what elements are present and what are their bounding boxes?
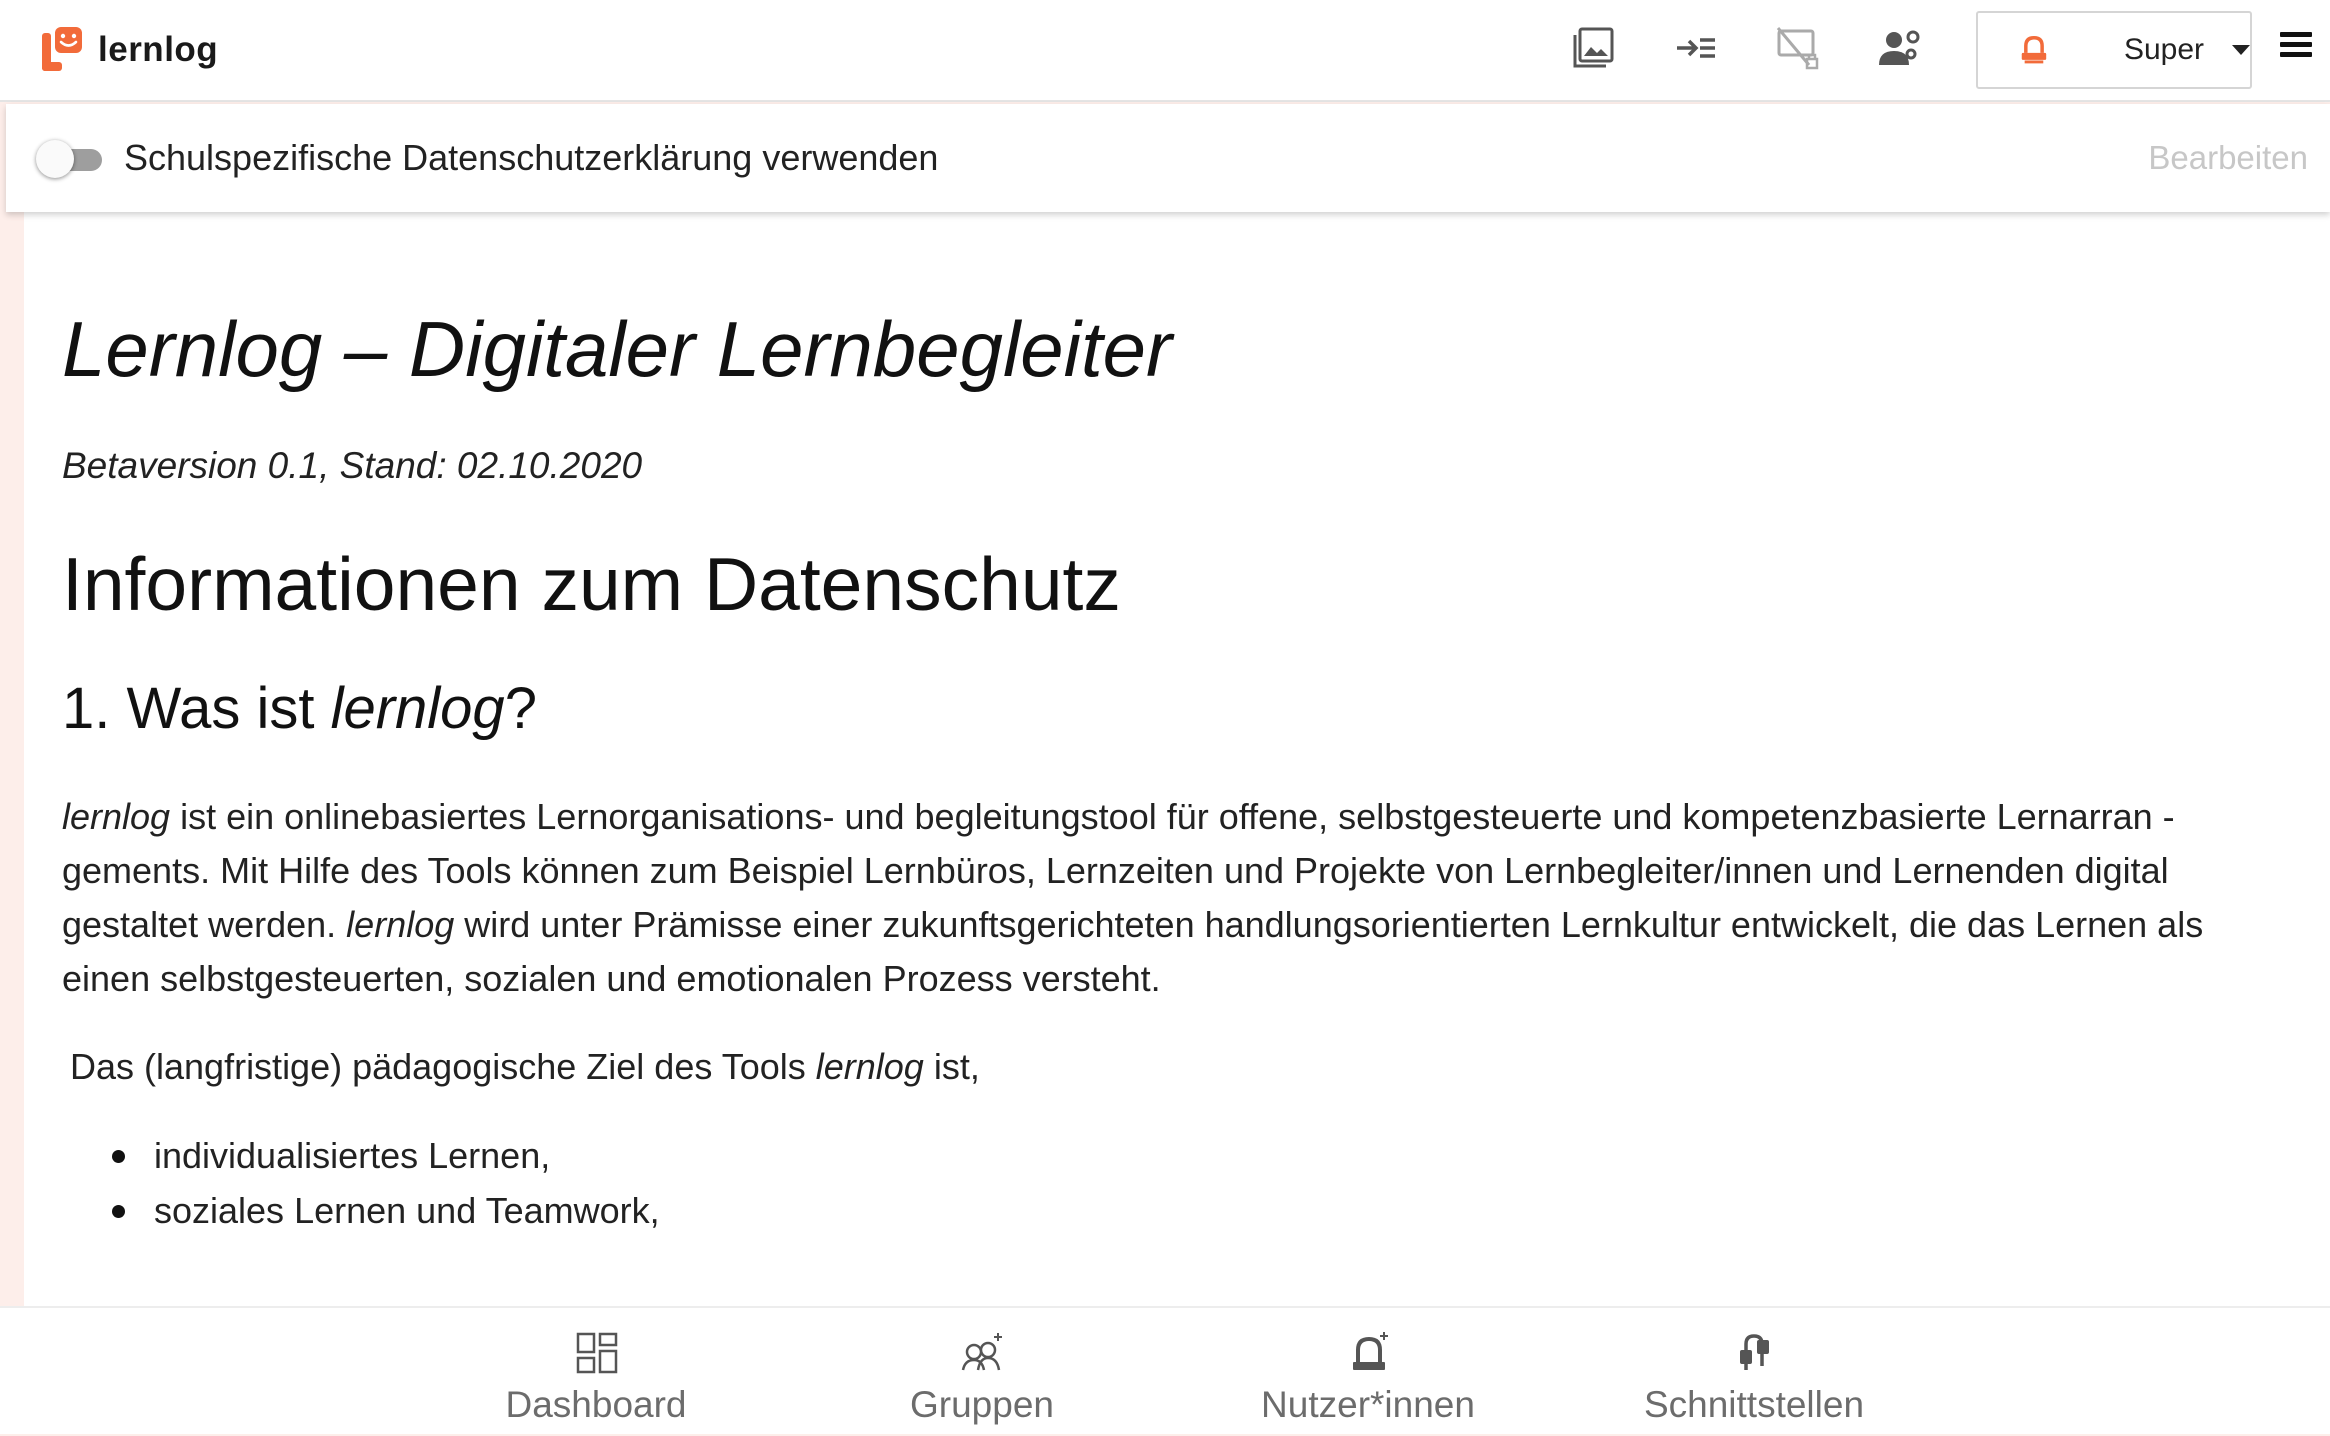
section-heading: 1. Was ist lernlog? [62, 676, 537, 741]
nav-dashboard[interactable]: Dashboard [446, 1308, 746, 1436]
nav-interfaces[interactable]: Schnittstellen [1604, 1308, 1904, 1436]
user-avatar-icon [2021, 36, 2047, 64]
list-item: soziales Lernen und Teamwork, [112, 1183, 2300, 1238]
user-select[interactable]: Super [1976, 11, 2252, 89]
indent-button[interactable] [1662, 18, 1730, 78]
toggle-label: Schulspezifische Datenschutzerklärung ve… [124, 137, 939, 178]
user-settings-button[interactable] [1866, 18, 1934, 78]
goal-paragraph: Das (langfristige) pädagogische Ziel des… [70, 1046, 980, 1087]
privacy-settings-bar: Schulspezifische Datenschutzerklärung ve… [6, 104, 2330, 212]
image-gallery-icon [1573, 27, 1614, 68]
main-heading: Informationen zum Datenschutz [62, 542, 1121, 626]
edit-button[interactable]: Bearbeiten [2148, 139, 2308, 177]
school-privacy-toggle[interactable] [36, 138, 102, 178]
chevron-down-icon [2232, 45, 2250, 55]
intro-paragraph: lernlog ist ein onlinebasiertes Lernorga… [62, 796, 2204, 999]
screen-disabled-icon [1776, 27, 1819, 70]
hamburger-menu-button[interactable] [2280, 32, 2312, 62]
dashboard-icon [576, 1332, 618, 1374]
goals-list: individualisiertes Lernen, soziales Lern… [112, 1128, 2300, 1238]
hamburger-menu-icon [2280, 32, 2312, 37]
lernlog-logo-icon [42, 27, 82, 71]
interfaces-icon [1740, 1334, 1769, 1370]
image-gallery-button[interactable] [1560, 18, 1628, 78]
document-title: Lernlog – Digitaler Lernbegleiter [62, 305, 1173, 393]
privacy-document: Lernlog – Digitaler Lernbegleiter Betave… [24, 212, 2330, 1306]
app-header: lernlog Super [0, 0, 2330, 102]
brand[interactable]: lernlog [42, 0, 218, 101]
nav-groups[interactable]: Gruppen [832, 1308, 1132, 1436]
user-add-icon [1353, 1332, 1388, 1370]
user-settings-icon [1879, 30, 1920, 65]
indent-icon [1677, 38, 1715, 58]
nav-users[interactable]: Nutzer*innen [1218, 1308, 1518, 1436]
brand-name: lernlog [98, 30, 219, 69]
list-item: individualisiertes Lernen, [112, 1128, 2300, 1183]
document-version: Betaversion 0.1, Stand: 02.10.2020 [62, 445, 643, 486]
toolbar [1560, 18, 1968, 78]
bottom-navigation: Dashboard Gruppen Nutzer*innen Schnittst… [0, 1306, 2330, 1434]
screen-disabled-button[interactable] [1764, 18, 1832, 78]
groups-add-icon [961, 1333, 1002, 1371]
user-name: Super [2123, 33, 2204, 66]
